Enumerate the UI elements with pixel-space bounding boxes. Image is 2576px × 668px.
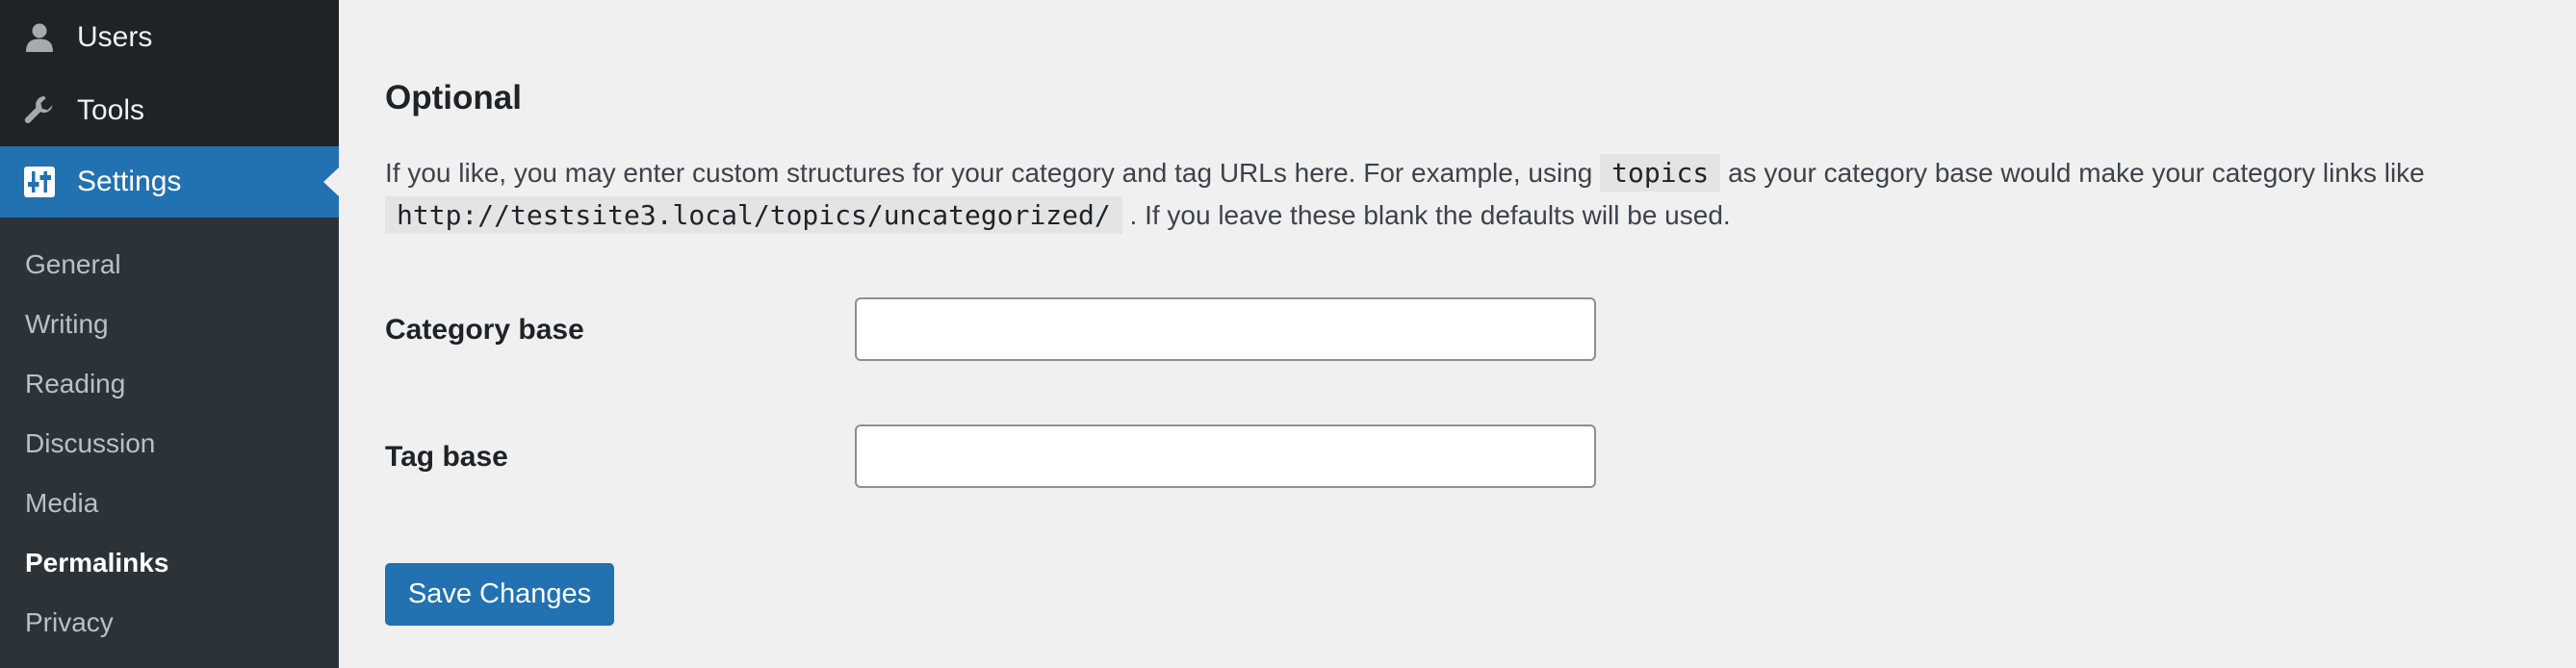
- sidebar-item-settings[interactable]: Settings: [0, 146, 339, 218]
- section-title: Optional: [385, 79, 522, 116]
- current-menu-arrow: [323, 167, 339, 196]
- submenu-item-reading[interactable]: Reading: [25, 367, 125, 401]
- submenu-item-discussion[interactable]: Discussion: [25, 426, 155, 461]
- category-base-input[interactable]: [855, 297, 1596, 361]
- sidebar-item-users[interactable]: Users: [0, 2, 339, 73]
- description-text: . If you leave these blank the defaults …: [1129, 200, 1731, 230]
- main-content: Optional If you like, you may enter cust…: [339, 0, 2576, 668]
- admin-sidebar: Users Tools Settings General Writing Rea…: [0, 0, 339, 668]
- sidebar-item-label: Settings: [77, 166, 182, 197]
- sidebar-item-label: Users: [77, 21, 153, 53]
- description-text: as your category base would make your ca…: [1728, 158, 2425, 188]
- submenu-item-media[interactable]: Media: [25, 486, 98, 521]
- save-changes-button[interactable]: Save Changes: [385, 563, 614, 626]
- wp-admin-permalinks-page: Users Tools Settings General Writing Rea…: [0, 0, 2576, 668]
- submenu-item-writing[interactable]: Writing: [25, 307, 109, 342]
- code-sample-url: http://testsite3.local/topics/uncategori…: [385, 196, 1122, 234]
- submenu-item-permalinks[interactable]: Permalinks: [25, 546, 168, 580]
- submenu-item-general[interactable]: General: [25, 247, 121, 282]
- sidebar-item-label: Tools: [77, 94, 145, 126]
- submenu-item-privacy[interactable]: Privacy: [25, 605, 114, 640]
- settings-submenu: General Writing Reading Discussion Media…: [0, 218, 339, 668]
- settings-sliders-icon: [21, 164, 58, 200]
- sidebar-item-tools[interactable]: Tools: [0, 75, 339, 146]
- category-base-label: Category base: [385, 314, 584, 346]
- code-sample-topics: topics: [1600, 154, 1721, 192]
- tag-base-input[interactable]: [855, 424, 1596, 488]
- wrench-icon: [21, 92, 58, 129]
- tag-base-label: Tag base: [385, 441, 508, 473]
- section-description: If you like, you may enter custom struct…: [385, 152, 2570, 237]
- description-text: If you like, you may enter custom struct…: [385, 158, 1593, 188]
- user-icon: [21, 19, 58, 56]
